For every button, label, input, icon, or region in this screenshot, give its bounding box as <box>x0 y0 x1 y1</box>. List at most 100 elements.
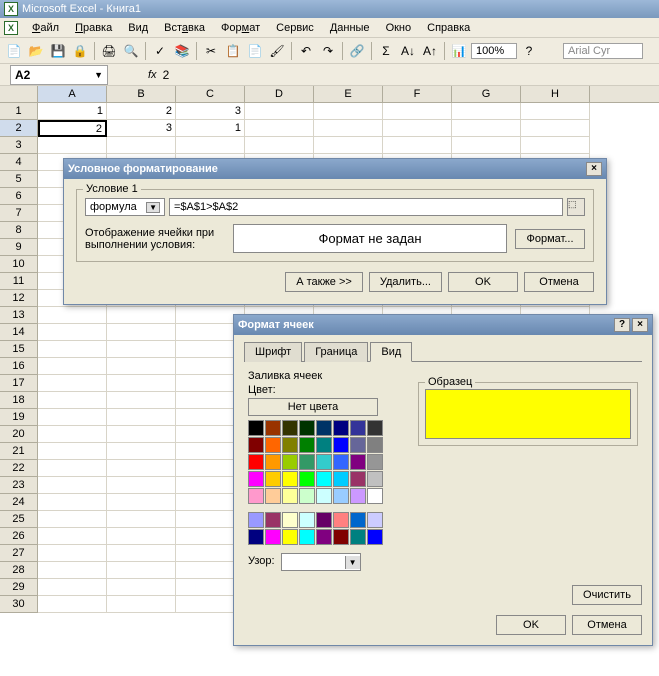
color-swatch[interactable] <box>367 437 383 453</box>
color-swatch[interactable] <box>282 488 298 504</box>
link-icon[interactable]: 🔗 <box>347 41 367 61</box>
row-header-27[interactable]: 27 <box>0 545 38 562</box>
cell-A25[interactable] <box>38 511 107 528</box>
no-color-button[interactable]: Нет цвета <box>248 398 378 416</box>
row-header-12[interactable]: 12 <box>0 290 38 307</box>
formula-bar[interactable]: 2 <box>163 68 170 82</box>
cell-G3[interactable] <box>452 137 521 154</box>
color-swatch[interactable] <box>367 488 383 504</box>
row-header-15[interactable]: 15 <box>0 341 38 358</box>
cell-A15[interactable] <box>38 341 107 358</box>
delete-button[interactable]: Удалить... <box>369 272 442 292</box>
cell-B29[interactable] <box>107 579 176 596</box>
color-swatch[interactable] <box>265 454 281 470</box>
row-header-3[interactable]: 3 <box>0 137 38 154</box>
color-swatch[interactable] <box>350 512 366 528</box>
color-swatch[interactable] <box>248 454 264 470</box>
color-swatch[interactable] <box>265 471 281 487</box>
color-swatch[interactable] <box>350 454 366 470</box>
row-header-23[interactable]: 23 <box>0 477 38 494</box>
cell-C2[interactable]: 1 <box>176 120 245 137</box>
menu-view[interactable]: Вид <box>120 20 156 36</box>
row-header-9[interactable]: 9 <box>0 239 38 256</box>
cut-icon[interactable]: ✂ <box>201 41 221 61</box>
color-swatch[interactable] <box>299 454 315 470</box>
row-header-13[interactable]: 13 <box>0 307 38 324</box>
col-header-D[interactable]: D <box>245 86 314 102</box>
cell-A23[interactable] <box>38 477 107 494</box>
cell-B3[interactable] <box>107 137 176 154</box>
menu-insert[interactable]: Вставка <box>156 20 213 36</box>
cell-A13[interactable] <box>38 307 107 324</box>
color-swatch[interactable] <box>350 420 366 436</box>
color-swatch[interactable] <box>350 437 366 453</box>
cell-A18[interactable] <box>38 392 107 409</box>
cell-B24[interactable] <box>107 494 176 511</box>
tab-font[interactable]: Шрифт <box>244 342 302 362</box>
cell-E1[interactable] <box>314 103 383 120</box>
color-swatch[interactable] <box>248 437 264 453</box>
chart-icon[interactable]: 📊 <box>449 41 469 61</box>
cell-B26[interactable] <box>107 528 176 545</box>
color-swatch[interactable] <box>316 454 332 470</box>
row-header-24[interactable]: 24 <box>0 494 38 511</box>
zoom-box[interactable]: 100% <box>471 43 517 59</box>
select-all-corner[interactable] <box>0 86 38 102</box>
cancel-button[interactable]: Отмена <box>572 615 642 635</box>
cell-B15[interactable] <box>107 341 176 358</box>
col-header-B[interactable]: B <box>107 86 176 102</box>
color-swatch[interactable] <box>299 471 315 487</box>
fx-label[interactable]: fx <box>148 69 157 81</box>
color-swatch[interactable] <box>299 488 315 504</box>
undo-icon[interactable]: ↶ <box>296 41 316 61</box>
row-header-2[interactable]: 2 <box>0 120 38 137</box>
col-header-H[interactable]: H <box>521 86 590 102</box>
cell-A27[interactable] <box>38 545 107 562</box>
color-swatch[interactable] <box>265 512 281 528</box>
color-swatch[interactable] <box>333 529 349 545</box>
color-swatch[interactable] <box>282 420 298 436</box>
cell-A20[interactable] <box>38 426 107 443</box>
clear-button[interactable]: Очистить <box>572 585 642 605</box>
tab-view[interactable]: Вид <box>370 342 412 362</box>
cell-B17[interactable] <box>107 375 176 392</box>
row-header-17[interactable]: 17 <box>0 375 38 392</box>
color-swatch[interactable] <box>367 471 383 487</box>
col-header-G[interactable]: G <box>452 86 521 102</box>
color-swatch[interactable] <box>333 437 349 453</box>
row-header-16[interactable]: 16 <box>0 358 38 375</box>
format-button[interactable]: Формат... <box>515 229 585 249</box>
format-painter-icon[interactable]: 🖌 <box>267 41 287 61</box>
cell-B21[interactable] <box>107 443 176 460</box>
color-swatch[interactable] <box>316 512 332 528</box>
cell-B25[interactable] <box>107 511 176 528</box>
color-swatch[interactable] <box>282 471 298 487</box>
row-header-20[interactable]: 20 <box>0 426 38 443</box>
menu-tools[interactable]: Сервис <box>268 20 322 36</box>
dialog-titlebar[interactable]: Условное форматирование × <box>64 159 606 179</box>
color-swatch[interactable] <box>265 529 281 545</box>
cell-C1[interactable]: 3 <box>176 103 245 120</box>
dialog-titlebar[interactable]: Формат ячеек ? × <box>234 315 652 335</box>
cell-D2[interactable] <box>245 120 314 137</box>
color-swatch[interactable] <box>248 488 264 504</box>
row-header-19[interactable]: 19 <box>0 409 38 426</box>
color-swatch[interactable] <box>316 437 332 453</box>
cell-A3[interactable] <box>38 137 107 154</box>
color-swatch[interactable] <box>333 420 349 436</box>
new-icon[interactable]: 📄 <box>4 41 24 61</box>
ok-button[interactable]: OK <box>448 272 518 292</box>
permissions-icon[interactable]: 🔒 <box>70 41 90 61</box>
save-icon[interactable]: 💾 <box>48 41 68 61</box>
close-icon[interactable]: × <box>632 318 648 332</box>
col-header-A[interactable]: A <box>38 86 107 102</box>
color-swatch[interactable] <box>316 529 332 545</box>
menu-help[interactable]: Справка <box>419 20 478 36</box>
color-swatch[interactable] <box>316 488 332 504</box>
cell-B28[interactable] <box>107 562 176 579</box>
cell-F2[interactable] <box>383 120 452 137</box>
cell-A21[interactable] <box>38 443 107 460</box>
color-swatch[interactable] <box>282 454 298 470</box>
ok-button[interactable]: OK <box>496 615 566 635</box>
add-condition-button[interactable]: А также >> <box>285 272 363 292</box>
